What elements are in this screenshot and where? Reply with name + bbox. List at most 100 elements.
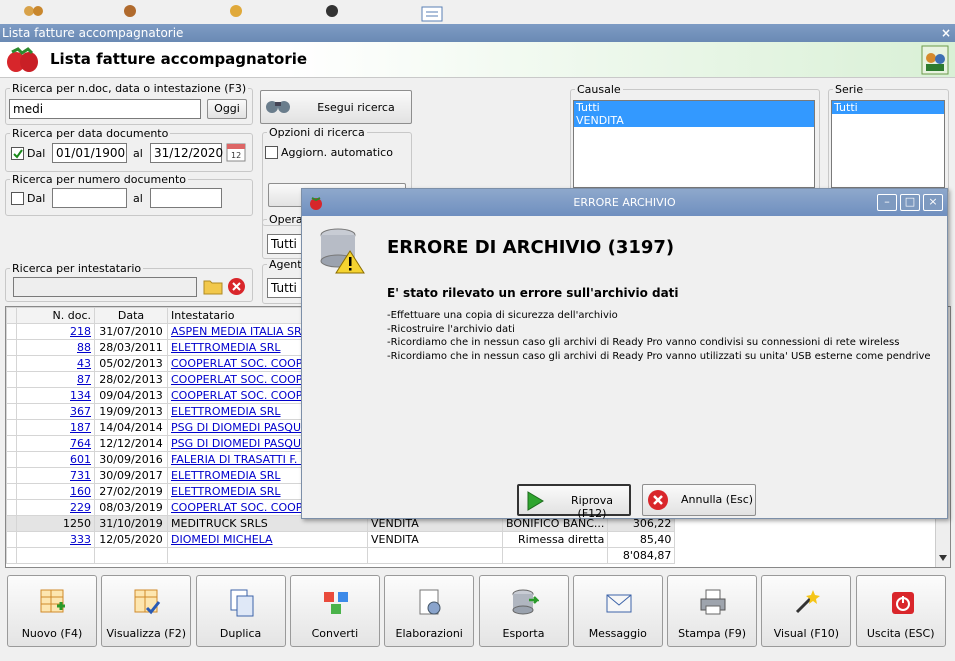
cell-number[interactable]: 88 xyxy=(16,339,95,356)
users-panel-icon[interactable] xyxy=(921,45,949,75)
dialog-message-line: -Ricordiamo che in nessun caso gli archi… xyxy=(387,350,931,362)
col-header-date[interactable]: Data xyxy=(94,307,168,324)
cell-date: 05/02/2013 xyxy=(94,355,168,372)
users-icon[interactable] xyxy=(22,5,46,23)
totals-row: 8'084,87 xyxy=(6,547,676,564)
cell-date: 27/02/2019 xyxy=(94,483,168,500)
cancel-button[interactable]: Annulla (Esc) xyxy=(642,484,756,516)
cell-date: 14/04/2014 xyxy=(94,419,168,436)
search-button-label: Esegui ricerca xyxy=(317,101,395,114)
row-selector-header xyxy=(6,307,17,324)
cell-number[interactable]: 43 xyxy=(16,355,95,372)
row-selector xyxy=(6,323,17,340)
print-label: Stampa (F9) xyxy=(678,627,747,640)
totals-cell xyxy=(16,547,95,564)
convert-button[interactable]: Converti xyxy=(289,575,380,647)
dialog-subheading: E' stato rilevato un errore sull'archivi… xyxy=(387,286,679,300)
cell-date: 12/05/2020 xyxy=(94,531,168,548)
clear-icon[interactable] xyxy=(227,277,246,296)
serie-option[interactable]: Tutti xyxy=(832,101,944,114)
process-button[interactable]: Elaborazioni xyxy=(384,575,475,647)
causale-legend: Causale xyxy=(577,83,621,96)
holder-search-input[interactable] xyxy=(13,277,197,297)
list-icon[interactable] xyxy=(420,5,444,23)
causale-option[interactable]: VENDITA xyxy=(574,114,814,127)
minimize-icon[interactable]: – xyxy=(877,194,897,211)
visual-button[interactable]: Visual (F10) xyxy=(761,575,852,647)
number-to-label: al xyxy=(133,192,143,205)
binoculars-icon xyxy=(266,101,290,113)
number-from-checkbox[interactable] xyxy=(11,192,24,205)
date-from-input[interactable]: 01/01/1900 xyxy=(52,143,127,163)
cell-number[interactable]: 764 xyxy=(16,435,95,452)
agent-icon[interactable] xyxy=(322,5,346,23)
date-from-label: Dal xyxy=(27,147,46,160)
cell-number[interactable]: 1250 xyxy=(16,515,95,532)
maximize-icon[interactable]: □ xyxy=(900,194,920,211)
cell-date: 28/03/2011 xyxy=(94,339,168,356)
cell-number[interactable]: 601 xyxy=(16,451,95,468)
calendar-icon[interactable]: 12 xyxy=(226,142,246,162)
new-button[interactable]: Nuovo (F4) xyxy=(7,575,97,647)
table-row[interactable]: 333 12/05/2020 DIOMEDI MICHELA VENDITA Rimes… xyxy=(6,531,676,548)
page-title: Lista fatture accompagnatorie xyxy=(50,50,308,68)
serie-list[interactable]: Tutti xyxy=(831,100,945,188)
dialog-close-icon[interactable]: × xyxy=(923,194,943,211)
cell-number[interactable]: 333 xyxy=(16,531,95,548)
exit-icon xyxy=(891,592,914,614)
date-from-checkbox[interactable] xyxy=(11,147,24,160)
number-to-input[interactable] xyxy=(150,188,222,208)
causale-list[interactable]: Tutti VENDITA xyxy=(573,100,815,188)
convert-icon xyxy=(323,592,348,614)
dialog-title: ERRORE ARCHIVIO xyxy=(573,196,676,209)
date-search-legend: Ricerca per data documento xyxy=(12,127,169,140)
cell-number[interactable]: 367 xyxy=(16,403,95,420)
convert-label: Converti xyxy=(311,627,359,640)
message-button[interactable]: Messaggio xyxy=(572,575,663,647)
cell-number[interactable]: 187 xyxy=(16,419,95,436)
today-button[interactable]: Oggi xyxy=(207,99,247,119)
row-selector xyxy=(6,403,17,420)
magic-wand-icon xyxy=(796,590,821,614)
retry-button[interactable]: Riprova (F12) xyxy=(517,484,631,520)
totals-cell xyxy=(367,547,503,564)
totals-cell xyxy=(6,547,17,564)
worker-icon[interactable] xyxy=(226,5,250,23)
scroll-down-icon[interactable] xyxy=(938,554,948,562)
user-icon[interactable] xyxy=(120,5,144,23)
cell-amount: 85,40 xyxy=(607,531,676,548)
process-label: Elaborazioni xyxy=(395,627,463,640)
col-header-number[interactable]: N. doc. xyxy=(16,307,95,324)
number-from-input[interactable] xyxy=(52,188,127,208)
causale-option[interactable]: Tutti xyxy=(574,101,814,114)
cell-date: 30/09/2016 xyxy=(94,451,168,468)
duplicate-button[interactable]: Duplica xyxy=(195,575,286,647)
row-selector xyxy=(6,419,17,436)
cell-number[interactable]: 218 xyxy=(16,323,95,340)
cell-number[interactable]: 731 xyxy=(16,467,95,484)
holder-search-legend: Ricerca per intestatario xyxy=(12,262,142,275)
text-search-legend: Ricerca per n.doc, data o intestazione (… xyxy=(12,82,247,95)
cell-number[interactable]: 87 xyxy=(16,371,95,388)
cell-number[interactable]: 134 xyxy=(16,387,95,404)
text-search-input[interactable]: medi xyxy=(9,99,201,119)
totals-cell xyxy=(501,547,609,564)
auto-update-checkbox[interactable] xyxy=(265,146,278,159)
export-button[interactable]: Esporta xyxy=(478,575,569,647)
row-selector xyxy=(6,483,17,500)
cell-number[interactable]: 229 xyxy=(16,499,95,516)
print-button[interactable]: Stampa (F9) xyxy=(667,575,758,647)
cell-number[interactable]: 160 xyxy=(16,483,95,500)
row-selector xyxy=(6,531,17,548)
cell-date: 28/02/2013 xyxy=(94,371,168,388)
cell-holder[interactable]: DIOMEDI MICHELA xyxy=(167,531,368,548)
exit-button[interactable]: Uscita (ESC) xyxy=(855,575,946,647)
dialog-message-line: -Ricordiamo che in nessun caso gli archi… xyxy=(387,337,900,348)
view-button[interactable]: Visualizza (F2) xyxy=(101,575,192,647)
serie-legend: Serie xyxy=(835,83,864,96)
date-to-input[interactable]: 31/12/2020 xyxy=(150,143,223,163)
close-icon[interactable]: × xyxy=(941,24,951,42)
folder-icon[interactable] xyxy=(203,277,223,295)
cell-date: 31/07/2010 xyxy=(94,323,168,340)
search-button[interactable]: Esegui ricerca xyxy=(260,90,412,124)
